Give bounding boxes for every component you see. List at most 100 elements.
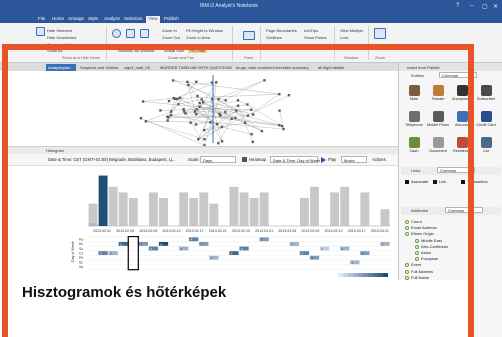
network-node[interactable]: [186, 80, 189, 84]
histogram-bar[interactable]: [118, 192, 128, 226]
zoom-icon[interactable]: [374, 28, 386, 39]
tab-analysisplan[interactable]: Analysisplan: [46, 64, 76, 71]
palette-attribute[interactable]: Afro-Caribbean: [415, 244, 448, 249]
network-node[interactable]: [203, 138, 206, 141]
fit-icon[interactable]: [126, 29, 135, 38]
network-node[interactable]: [246, 114, 250, 117]
scale-dropdown[interactable]: Days: [200, 156, 236, 163]
network-link[interactable]: [204, 118, 232, 140]
network-node[interactable]: [217, 141, 220, 145]
network-node[interactable]: [251, 140, 254, 144]
network-node[interactable]: [278, 92, 281, 96]
network-node[interactable]: [251, 113, 255, 116]
menu-publish[interactable]: Publish: [162, 16, 181, 21]
histogram-chart[interactable]: 2013.02.01 2013.02.05 2013.02.09 2013.02.13…: [8, 166, 398, 236]
hide-selected-icon[interactable]: [36, 27, 45, 36]
tab-drugs-calls[interactable]: drugs: calls combined freestlee summary: [234, 64, 314, 71]
network-link[interactable]: [198, 95, 290, 140]
links-dropdown[interactable]: Common: [437, 167, 475, 173]
network-node[interactable]: [278, 123, 281, 127]
network-node[interactable]: [220, 140, 224, 143]
network-node[interactable]: [171, 79, 175, 82]
network-node[interactable]: [189, 121, 192, 124]
hide-unselected-button[interactable]: Hide Unselected: [47, 35, 76, 40]
palette-entity-residence[interactable]: Residence: [451, 137, 473, 157]
pane-icon[interactable]: [243, 31, 255, 40]
palette-entity-female[interactable]: Female: [427, 85, 449, 105]
palette-entity-document[interactable]: Document: [427, 137, 449, 157]
network-link[interactable]: [167, 104, 179, 117]
heatmap-checkbox[interactable]: [242, 157, 247, 162]
palette-attribute[interactable]: Middle East: [415, 238, 442, 243]
network-node[interactable]: [217, 98, 220, 101]
histogram-bar[interactable]: [259, 192, 269, 226]
histogram-bar[interactable]: [128, 198, 138, 226]
network-node[interactable]: [263, 79, 266, 82]
histogram-highlight-bar[interactable]: [88, 223, 98, 226]
menu-arrange[interactable]: Arrange: [66, 16, 86, 21]
network-node[interactable]: [235, 109, 238, 112]
network-node[interactable]: [195, 108, 198, 111]
network-node[interactable]: [260, 129, 264, 133]
heatmap-dimension-dropdown[interactable]: Date & Time: Day of Week: [270, 156, 320, 163]
network-node[interactable]: [178, 96, 182, 99]
network-node[interactable]: [167, 99, 171, 103]
tab-clgx[interactable]: clgx3_malt_06: [122, 64, 156, 71]
network-link[interactable]: [187, 81, 223, 142]
histogram-bar[interactable]: [310, 186, 319, 226]
menu-style[interactable]: Style: [86, 16, 100, 21]
network-node[interactable]: [182, 110, 186, 113]
network-node[interactable]: [224, 99, 227, 102]
actual-size-button[interactable]: Actual Size: [164, 48, 184, 53]
network-node[interactable]: [195, 113, 198, 116]
tab-murder-timeline[interactable]: MURDER TIMELINE WITH QUESTIONS: [158, 64, 232, 71]
menu-selection[interactable]: Selection: [122, 16, 145, 21]
network-graph[interactable]: [8, 71, 398, 147]
network-node[interactable]: [169, 113, 173, 117]
actions-button[interactable]: Actions: [372, 157, 386, 162]
network-link[interactable]: [185, 113, 283, 127]
histogram-highlight-bar[interactable]: [98, 175, 108, 226]
palette-entity-male[interactable]: Male: [403, 85, 425, 105]
pan-icon[interactable]: [140, 29, 149, 38]
histogram-bar[interactable]: [108, 186, 118, 226]
network-link[interactable]: [140, 118, 205, 146]
menu-home[interactable]: Home: [50, 16, 66, 21]
menu-analyze[interactable]: Analyze: [102, 16, 122, 21]
date-time-selector[interactable]: Date & Time: CET (GMT+01:00) Belgrade, B…: [48, 157, 176, 162]
palette-entity-telephone[interactable]: Telephone: [403, 111, 425, 131]
network-node[interactable]: [209, 121, 212, 124]
network-node[interactable]: [187, 83, 190, 87]
network-node[interactable]: [250, 133, 253, 136]
network-node[interactable]: [282, 127, 285, 131]
zoom-to-area-button[interactable]: Zoom to Area: [186, 35, 210, 40]
network-node[interactable]: [280, 124, 284, 128]
network-link[interactable]: [212, 108, 262, 132]
palette-entity-car[interactable]: Car: [475, 137, 497, 157]
close-button[interactable]: ✕: [493, 3, 498, 10]
palette-attribute[interactable]: Asian: [415, 250, 431, 255]
network-node[interactable]: [197, 138, 200, 141]
fit-height-button[interactable]: Fit Height to Window: [186, 28, 223, 33]
network-node[interactable]: [172, 96, 175, 100]
heatmap-chart[interactable]: Day of WeekHoKeSzCsPéSzVa4 25 346243254324…: [8, 236, 398, 280]
network-node[interactable]: [198, 101, 201, 105]
network-node[interactable]: [176, 97, 179, 101]
network-node[interactable]: [200, 98, 203, 101]
network-node[interactable]: [141, 100, 145, 103]
new-window-button[interactable]: New: [340, 44, 348, 49]
histogram-bar[interactable]: [179, 192, 189, 226]
palette-link-associate[interactable]: Associate: [405, 179, 428, 184]
histogram-bar[interactable]: [199, 192, 209, 226]
menu-file[interactable]: File: [36, 16, 47, 21]
histogram-bar[interactable]: [149, 192, 158, 226]
histogram-bar[interactable]: [159, 198, 168, 226]
network-node[interactable]: [230, 117, 233, 120]
network-node[interactable]: [193, 110, 197, 113]
network-node[interactable]: [224, 110, 227, 114]
histogram-bar[interactable]: [239, 192, 249, 226]
network-node[interactable]: [167, 116, 170, 119]
network-node[interactable]: [236, 99, 240, 102]
network-node[interactable]: [177, 103, 180, 106]
network-node[interactable]: [243, 121, 247, 124]
